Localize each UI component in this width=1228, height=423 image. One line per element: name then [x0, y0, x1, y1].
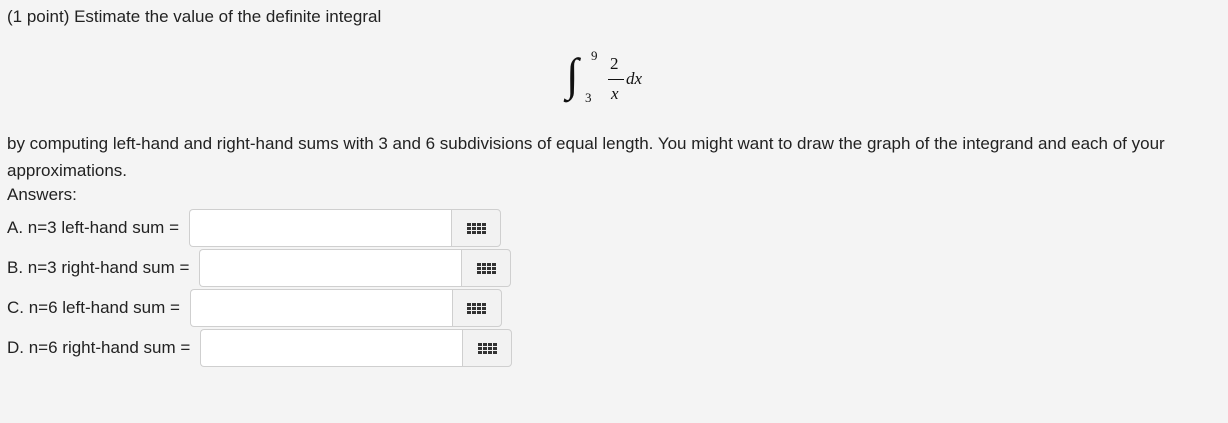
answer-c-field — [189, 289, 502, 327]
grid-keypad-icon — [467, 302, 487, 314]
integrand-denominator: x — [611, 84, 619, 103]
grid-keypad-icon — [466, 222, 486, 234]
fraction-bar — [608, 79, 624, 80]
integral-sign: ∫ — [566, 49, 579, 100]
answer-a-palette-button[interactable] — [451, 209, 501, 247]
answer-d-palette-button[interactable] — [462, 329, 513, 367]
integrand-numerator: 2 — [610, 54, 619, 73]
answer-b-field — [199, 249, 512, 287]
integral-expression: ∫ 9 3 2 x dx — [566, 48, 676, 110]
answer-d-field — [200, 329, 513, 367]
answer-b-input[interactable] — [199, 249, 462, 287]
answer-row-d: D. n=6 right-hand sum = — [7, 329, 513, 367]
integral-lower-limit: 3 — [585, 90, 592, 105]
answer-row-b: B. n=3 right-hand sum = — [7, 249, 512, 287]
integral-upper-limit: 9 — [591, 48, 598, 63]
grid-keypad-icon — [476, 262, 496, 274]
answer-row-a: A. n=3 left-hand sum = — [7, 209, 501, 247]
answer-c-label: C. n=6 left-hand sum = — [7, 298, 180, 317]
answers-label: Answers: — [7, 185, 77, 204]
answer-c-palette-button[interactable] — [451, 289, 502, 327]
grid-keypad-icon — [477, 342, 497, 354]
answer-d-input[interactable] — [200, 329, 463, 367]
answer-b-palette-button[interactable] — [461, 249, 512, 287]
problem-page: (1 point) Estimate the value of the defi… — [0, 0, 1228, 423]
answer-d-label: D. n=6 right-hand sum = — [7, 338, 191, 357]
answer-row-c: C. n=6 left-hand sum = — [7, 289, 502, 327]
answer-a-label: A. n=3 left-hand sum = — [7, 218, 179, 237]
answer-c-input[interactable] — [189, 289, 452, 327]
answer-a-field — [189, 209, 501, 247]
question-instructions: by computing left-hand and right-hand su… — [7, 134, 1165, 180]
answer-b-label: B. n=3 right-hand sum = — [7, 258, 190, 277]
answer-a-input[interactable] — [189, 209, 451, 247]
question-intro: (1 point) Estimate the value of the defi… — [7, 7, 382, 26]
integral-differential: dx — [626, 69, 643, 88]
